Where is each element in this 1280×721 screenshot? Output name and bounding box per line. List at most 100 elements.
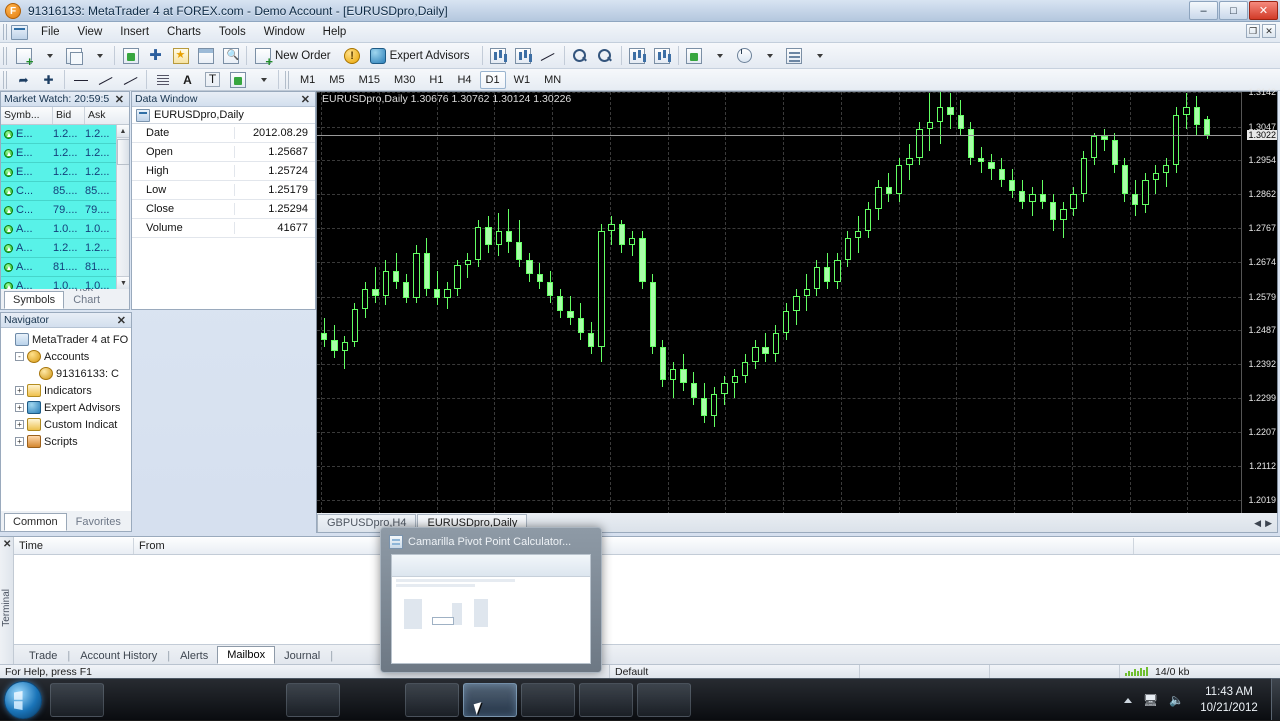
tree-expander[interactable]: + (15, 386, 24, 395)
menu-insert[interactable]: Insert (111, 23, 158, 41)
line-toolbar-grip[interactable] (3, 70, 8, 89)
close-button[interactable]: ✕ (1249, 1, 1278, 20)
start-button[interactable] (4, 681, 42, 719)
network-icon[interactable]: 🖥 (1143, 693, 1158, 707)
toolbar-grip[interactable] (3, 46, 8, 65)
navigator-node[interactable]: MetaTrader 4 at FO (3, 331, 129, 348)
menu-help[interactable]: Help (314, 23, 356, 41)
tab-account-history[interactable]: Account History (71, 648, 166, 664)
templates-dropdown[interactable] (808, 45, 831, 67)
market-watch-scrollbar[interactable]: ▲ ▼ (116, 125, 129, 289)
navigator-node[interactable]: + Custom Indicat (3, 416, 129, 433)
market-watch-row[interactable]: C... 85.... 85.... (1, 182, 129, 201)
chart-plot-area[interactable] (317, 92, 1241, 515)
menu-window[interactable]: Window (255, 23, 314, 41)
market-watch-row[interactable]: E... 1.2... 1.2... (1, 144, 129, 163)
notepad-icon[interactable] (521, 683, 575, 717)
navigator-node[interactable]: + Scripts (3, 433, 129, 450)
pin-icon[interactable] (107, 683, 161, 717)
terminal-column-time[interactable]: Time (14, 538, 134, 554)
zoom-out-button[interactable] (594, 45, 617, 67)
indicators-dropdown[interactable] (708, 45, 731, 67)
market-watch-row[interactable]: A... 1.0... 1.0... (1, 220, 129, 239)
tree-expander[interactable]: - (15, 352, 24, 361)
timeframe-m1[interactable]: M1 (294, 71, 321, 89)
line-chart-button[interactable] (537, 45, 560, 67)
minimize-button[interactable]: – (1189, 1, 1218, 20)
tab-alerts[interactable]: Alerts (171, 648, 217, 664)
terminal-column-from[interactable]: From (134, 538, 1134, 554)
chart-tabs-scroll-right-icon[interactable]: ▶ (1265, 518, 1272, 529)
menu-view[interactable]: View (69, 23, 112, 41)
market-watch-row[interactable]: A... 1.2... 1.2... (1, 239, 129, 258)
forex-metatrader-icon[interactable] (579, 683, 633, 717)
market-watch-row[interactable]: C... 79.... 79.... (1, 201, 129, 220)
show-desktop-button[interactable] (1271, 678, 1280, 720)
timeframe-grip[interactable] (285, 70, 290, 89)
chart-tabs-scroll-left-icon[interactable]: ◀ (1254, 518, 1261, 529)
templates-button[interactable] (783, 45, 806, 67)
menu-grip[interactable] (3, 24, 9, 40)
price-axis[interactable]: 1.3142 1.3047 1.2954 1.2862 1.2767 1.2674 1.25… (1241, 87, 1277, 515)
profiles-button[interactable] (62, 45, 85, 67)
market-watch-button[interactable] (119, 45, 142, 67)
text-tool[interactable]: A (176, 69, 199, 91)
indicators-button[interactable] (683, 45, 706, 67)
market-watch-row[interactable]: A... 1.0... 1.0... (1, 277, 129, 289)
strategy-tester-button[interactable] (219, 45, 242, 67)
shapes-dropdown[interactable] (251, 69, 274, 91)
periods-dropdown[interactable] (758, 45, 781, 67)
column-ask[interactable]: Ask (85, 107, 117, 124)
market-watch-close-icon[interactable]: ✕ (113, 93, 126, 106)
navigator-node[interactable]: + Expert Advisors (3, 399, 129, 416)
excel-calculator-icon[interactable] (463, 683, 517, 717)
trendline-tool[interactable] (94, 69, 117, 91)
scroll-thumb[interactable] (117, 139, 129, 165)
timeframe-m5[interactable]: M5 (323, 71, 350, 89)
shapes-tool[interactable] (226, 69, 249, 91)
auto-scroll-button[interactable] (651, 45, 674, 67)
chart-shift-button[interactable] (626, 45, 649, 67)
crosshair-tool[interactable]: ✚ (37, 69, 60, 91)
navigator-node[interactable]: 91316133: C (3, 365, 129, 382)
market-watch-row[interactable]: E... 1.2... 1.2... (1, 125, 129, 144)
show-hidden-icons[interactable] (1123, 697, 1132, 703)
navigator-button[interactable] (169, 45, 192, 67)
data-window-close-icon[interactable]: ✕ (299, 93, 312, 106)
timeframe-m15[interactable]: M15 (353, 71, 386, 89)
timeframe-h4[interactable]: H4 (451, 71, 477, 89)
expert-advisors-button[interactable]: Expert Advisors (366, 45, 478, 67)
text-label-tool[interactable]: T (201, 69, 224, 91)
clock-app-icon[interactable] (348, 683, 402, 717)
timeframe-h1[interactable]: H1 (423, 71, 449, 89)
tab-common[interactable]: Common (4, 513, 67, 531)
navigator-node[interactable]: + Indicators (3, 382, 129, 399)
zoom-in-button[interactable] (569, 45, 592, 67)
new-chart-button[interactable] (12, 45, 35, 67)
terminal-close-icon[interactable]: ✕ (3, 539, 11, 550)
candlestick-chart-button[interactable] (512, 45, 535, 67)
new-order-button[interactable]: New Order (251, 45, 339, 67)
data-window-button[interactable]: ✚ (144, 45, 167, 67)
timeframe-mn[interactable]: MN (538, 71, 567, 89)
firefox-icon[interactable] (286, 683, 340, 717)
terminal-button[interactable] (194, 45, 217, 67)
tab-trade[interactable]: Trade (20, 648, 66, 664)
menu-charts[interactable]: Charts (158, 23, 210, 41)
chart-window[interactable]: EURUSDpro,Daily 1.30676 1.30762 1.30124 … (316, 87, 1278, 533)
windows-explorer-icon[interactable] (50, 683, 104, 717)
fibonacci-tool[interactable] (151, 69, 174, 91)
menu-tools[interactable]: Tools (210, 23, 255, 41)
status-connection[interactable]: 14/0 kb (1120, 665, 1194, 679)
taskbar-clock[interactable]: 11:43 AM 10/21/2012 (1188, 684, 1270, 716)
menu-file[interactable]: File (32, 23, 69, 41)
channel-tool[interactable] (119, 69, 142, 91)
column-symbol[interactable]: Symb... (1, 107, 53, 124)
timeframe-m30[interactable]: M30 (388, 71, 421, 89)
tree-expander[interactable]: + (15, 403, 24, 412)
market-watch-row[interactable]: A... 81.... 81.... (1, 258, 129, 277)
folder-window-icon[interactable] (637, 683, 691, 717)
mdi-close-button[interactable]: ✕ (1262, 24, 1276, 38)
tree-expander[interactable]: + (15, 420, 24, 429)
tab-symbols[interactable]: Symbols (4, 291, 65, 309)
